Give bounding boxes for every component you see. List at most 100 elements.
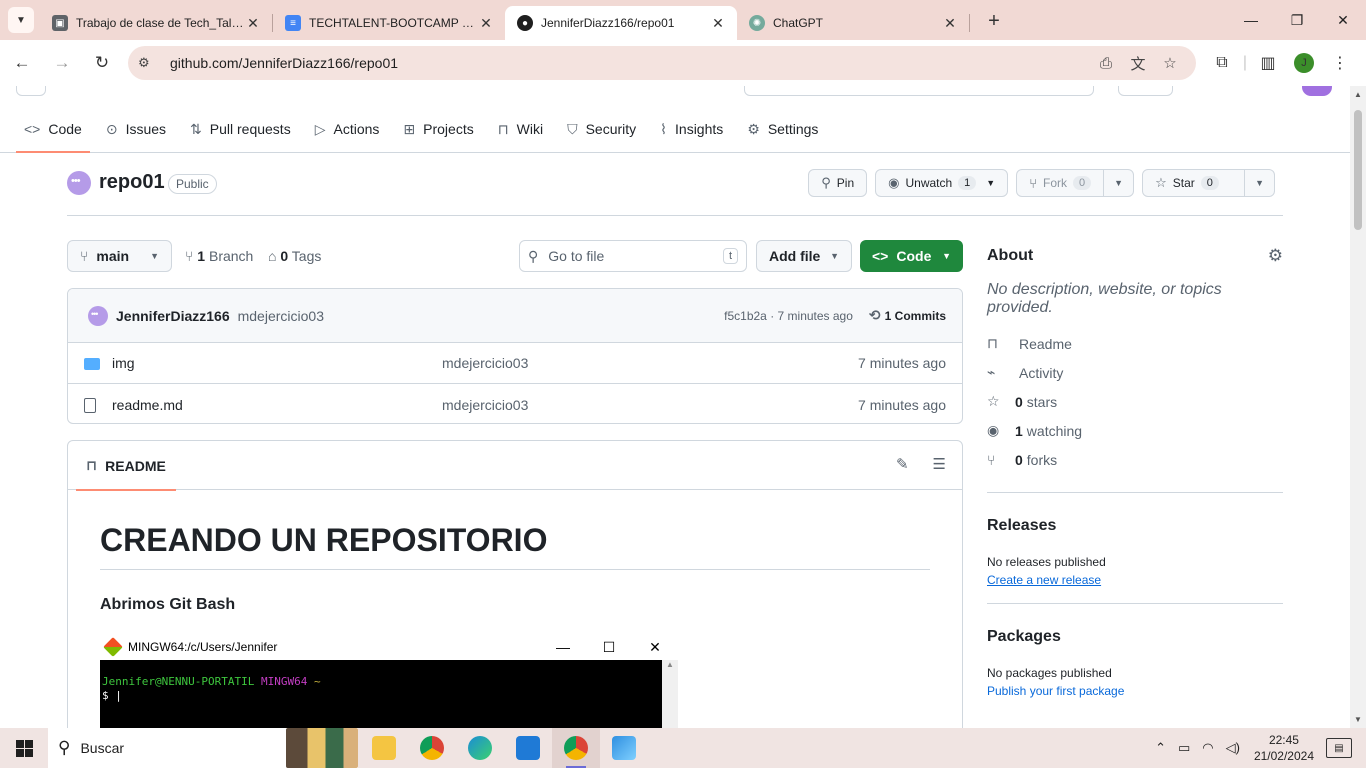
close-tab-icon[interactable]: ✕	[709, 15, 727, 32]
stars-link[interactable]: ☆ 0 stars	[987, 387, 1283, 416]
side-panel-icon[interactable]: ▥	[1250, 53, 1286, 73]
restore-icon[interactable]: ❐	[1274, 0, 1320, 40]
menu-kebab-icon[interactable]: ⋮	[1322, 53, 1358, 73]
taskbar-search[interactable]: ⚲ Buscar	[48, 728, 358, 768]
fork-button[interactable]: ⑂ Fork 0 ▼	[1016, 169, 1135, 197]
branch-select-button[interactable]: ⑂ main ▼	[67, 240, 172, 272]
chrome-profile-button[interactable]	[552, 728, 600, 768]
author-avatar[interactable]	[88, 305, 108, 326]
releases-title[interactable]: Releases	[987, 517, 1283, 535]
commit-message[interactable]: mdejercicio03	[238, 308, 324, 324]
volume-icon[interactable]: ◁)	[1226, 740, 1240, 756]
notification-icon[interactable]: ▤	[1326, 738, 1352, 758]
unwatch-button[interactable]: ◉ Unwatch 1 ▼	[875, 169, 1009, 197]
scrollbar-thumb[interactable]	[1354, 110, 1362, 230]
owner-avatar[interactable]	[67, 171, 91, 195]
start-button[interactable]	[0, 728, 48, 768]
tab-insights[interactable]: ⌇ Insights	[652, 106, 731, 152]
battery-icon[interactable]: ▭	[1178, 740, 1190, 756]
create-new-button[interactable]	[1118, 86, 1173, 96]
translate-icon[interactable]: 文	[1122, 53, 1154, 74]
hamburger-button[interactable]	[16, 86, 46, 96]
clock[interactable]: 22:45 21/02/2024	[1254, 732, 1314, 764]
watchers-link[interactable]: ◉ 1 watching	[987, 416, 1283, 445]
browser-tab-chatgpt[interactable]: ✺ ChatGPT ✕	[737, 6, 969, 40]
close-tab-icon[interactable]: ✕	[244, 15, 262, 32]
address-bar[interactable]: ⚙ github.com/JenniferDiazz166/repo01 ⎙ 文…	[128, 46, 1196, 80]
go-to-file-input[interactable]: ⚲ Go to file t	[519, 240, 747, 272]
browser-tab-github[interactable]: ● JenniferDiazz166/repo01 ✕	[505, 6, 737, 40]
extensions-icon[interactable]: ⧉	[1204, 54, 1240, 72]
chevron-up-icon[interactable]: ⌃	[1155, 740, 1166, 756]
tab-issues[interactable]: ⊙ Issues	[98, 106, 174, 152]
wifi-icon[interactable]: ◠	[1202, 740, 1213, 756]
scroll-up-icon[interactable]: ▲	[1350, 90, 1366, 99]
url-text[interactable]: github.com/JenniferDiazz166/repo01	[170, 55, 1090, 71]
site-info-icon[interactable]: ⚙	[138, 55, 162, 71]
close-window-icon[interactable]: ✕	[1320, 0, 1366, 40]
browser-tab-docs[interactable]: ≡ TECHTALENT-BOOTCAMP - Doc ✕	[273, 6, 505, 40]
readme-link[interactable]: ⊓ Readme	[987, 329, 1283, 358]
user-avatar[interactable]	[1302, 86, 1332, 96]
tab-search-button[interactable]: ▼	[8, 7, 34, 33]
profile-avatar[interactable]: J	[1294, 53, 1314, 73]
edge-button[interactable]	[456, 728, 504, 768]
file-row[interactable]: img mdejercicio03 7 minutes ago	[68, 343, 962, 384]
tab-pull-requests[interactable]: ⇅ Pull requests	[182, 106, 299, 152]
scroll-down-icon[interactable]: ▼	[1350, 715, 1366, 724]
tab-projects[interactable]: ⊞ Projects	[395, 106, 481, 152]
commit-author[interactable]: JenniferDiazz166	[116, 308, 230, 324]
pencil-icon[interactable]: ✎	[896, 455, 909, 473]
create-release-link[interactable]: Create a new release	[987, 573, 1283, 587]
back-arrow-icon[interactable]: ←	[4, 45, 40, 81]
chrome-button[interactable]	[408, 728, 456, 768]
file-row[interactable]: readme.md mdejercicio03 7 minutes ago	[68, 384, 962, 423]
commits-link[interactable]: ⟲ 1 Commits	[869, 307, 946, 324]
about-item-count: 0	[1015, 451, 1023, 468]
tab-code[interactable]: <> Code	[16, 106, 90, 153]
file-icon	[84, 396, 102, 414]
file-commit-message[interactable]: mdejercicio03	[442, 397, 742, 413]
new-tab-button[interactable]: +	[980, 10, 1008, 33]
outline-list-icon[interactable]: ☰	[933, 455, 946, 473]
code-button[interactable]: <> Code ▼	[860, 240, 963, 272]
add-file-button[interactable]: Add file ▼	[756, 240, 852, 272]
tab-actions[interactable]: ▷ Actions	[307, 106, 388, 152]
file-name[interactable]: readme.md	[112, 397, 442, 413]
tab-wiki[interactable]: ⊓ Wiki	[490, 106, 551, 152]
install-app-icon[interactable]: ⎙	[1090, 55, 1122, 72]
bookmark-star-icon[interactable]: ☆	[1154, 54, 1186, 72]
tags-link[interactable]: ⌂ 0 Tags	[268, 248, 321, 264]
repo-title[interactable]: repo01	[99, 171, 165, 194]
pin-button[interactable]: ⚲ Pin	[808, 169, 868, 197]
reload-icon[interactable]: ↻	[84, 45, 120, 81]
close-tab-icon[interactable]: ✕	[941, 15, 959, 32]
file-name[interactable]: img	[112, 355, 442, 371]
global-search-input[interactable]	[744, 86, 1094, 96]
commit-sha-time[interactable]: f5c1b2a · 7 minutes ago	[724, 309, 853, 323]
search-highlight-image[interactable]	[286, 728, 358, 768]
branches-link[interactable]: ⑂ 1 Branch	[185, 248, 253, 264]
file-explorer-button[interactable]	[360, 728, 408, 768]
file-commit-message[interactable]: mdejercicio03	[442, 355, 742, 371]
forks-link[interactable]: ⑂ 0 forks	[987, 445, 1283, 474]
readme-tab[interactable]: ⊓ README	[76, 441, 176, 491]
tab-settings[interactable]: ⚙ Settings	[739, 106, 826, 152]
vscode-button[interactable]	[504, 728, 552, 768]
page-scrollbar[interactable]: ▲ ▼	[1350, 86, 1366, 728]
photos-button[interactable]	[600, 728, 648, 768]
history-icon: ⟲	[868, 307, 881, 323]
close-tab-icon[interactable]: ✕	[477, 15, 495, 32]
gear-icon[interactable]: ⚙	[1268, 246, 1283, 266]
publish-package-link[interactable]: Publish your first package	[987, 684, 1283, 698]
packages-title[interactable]: Packages	[987, 628, 1283, 646]
minimize-icon[interactable]: —	[1228, 0, 1274, 40]
activity-link[interactable]: ⌁ Activity	[987, 358, 1283, 387]
tab-security[interactable]: ⛉ Security	[559, 106, 644, 152]
star-dropdown[interactable]: ▼	[1244, 170, 1274, 196]
forward-arrow-icon[interactable]: →	[44, 45, 80, 81]
chevron-down-icon[interactable]: ▼	[986, 178, 995, 188]
fork-dropdown[interactable]: ▼	[1103, 170, 1133, 196]
browser-tab-classroom[interactable]: ▣ Trabajo de clase de Tech_Talent ✕	[40, 6, 272, 40]
star-button[interactable]: ☆ Star 0 ▼	[1142, 169, 1275, 197]
